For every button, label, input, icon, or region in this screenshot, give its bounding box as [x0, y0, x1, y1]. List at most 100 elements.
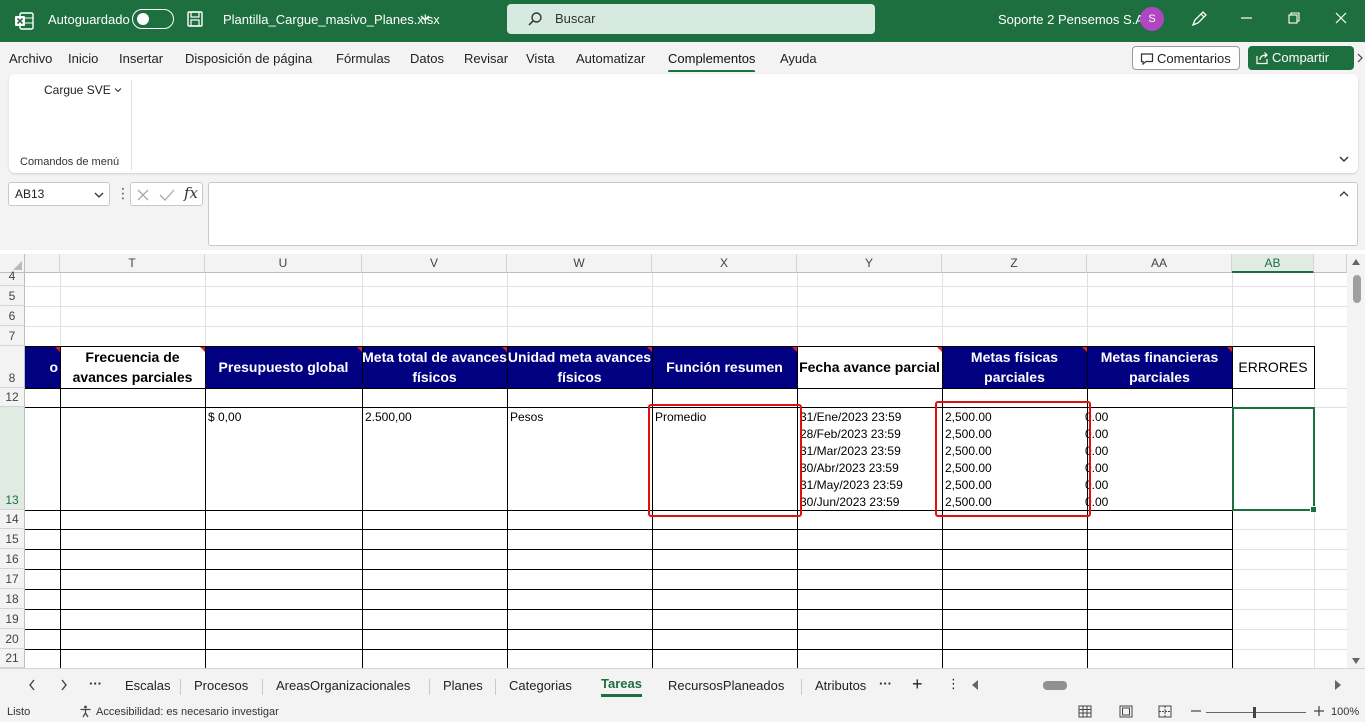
normal-view-icon[interactable]	[1078, 705, 1092, 718]
prev-sheet-icon[interactable]	[28, 679, 36, 691]
row-header-8[interactable]: 8	[0, 346, 25, 388]
row-header-14[interactable]: 14	[0, 510, 25, 529]
header-cell-meta-total[interactable]: Meta total de avances físicos	[362, 346, 507, 388]
cell-y13[interactable]: 31/Ene/2023 23:59 28/Feb/2023 23:59 31/M…	[800, 409, 942, 511]
zoom-slider-track[interactable]	[1206, 712, 1306, 713]
cancel-icon[interactable]	[136, 188, 150, 202]
search-box[interactable]: Buscar	[507, 4, 875, 34]
row-header-7[interactable]: 7	[0, 326, 25, 346]
tab-ayuda[interactable]: Ayuda	[780, 51, 817, 66]
page-break-view-icon[interactable]	[1158, 705, 1172, 718]
col-header-aa[interactable]: AA	[1087, 254, 1232, 273]
header-cell-metas-financieras[interactable]: Metas financieras parciales	[1087, 346, 1232, 388]
sheet-tab-categorias[interactable]: Categorias	[509, 678, 572, 693]
avatar[interactable]: S	[1140, 7, 1164, 31]
col-header-ac[interactable]	[1314, 254, 1347, 273]
col-header-s[interactable]	[25, 254, 60, 273]
sheet-tab-planes[interactable]: Planes	[443, 678, 483, 693]
sheet-tab-recursos-planeados[interactable]: RecursosPlaneados	[668, 678, 784, 693]
account-name[interactable]: Soporte 2 Pensemos S.A.	[998, 12, 1148, 27]
zoom-in-icon[interactable]	[1313, 705, 1325, 717]
tab-formulas[interactable]: Fórmulas	[336, 51, 390, 66]
ribbon-more-icon[interactable]	[1357, 53, 1363, 63]
more-sheets-right-icon[interactable]: ···	[879, 676, 892, 691]
tab-complementos[interactable]: Complementos	[668, 51, 756, 73]
tab-datos[interactable]: Datos	[410, 51, 444, 66]
col-header-y[interactable]: Y	[797, 254, 942, 273]
row-header-18[interactable]: 18	[0, 589, 25, 609]
horizontal-scroll-thumb[interactable]	[1043, 681, 1067, 690]
cell-w13[interactable]: Pesos	[510, 409, 543, 426]
tab-inicio[interactable]: Inicio	[68, 51, 98, 66]
row-header-15[interactable]: 15	[0, 529, 25, 549]
autosave-toggle[interactable]	[132, 9, 174, 29]
more-sheets-left-icon[interactable]: ···	[89, 676, 102, 691]
restore-icon[interactable]	[1284, 8, 1304, 28]
row-header-17[interactable]: 17	[0, 569, 25, 589]
sheet-tab-atributos[interactable]: Atributos	[815, 678, 866, 693]
tab-vista[interactable]: Vista	[526, 51, 555, 66]
cargue-sve-menu[interactable]: Cargue SVE	[44, 83, 122, 97]
file-name[interactable]: Plantilla_Cargue_masivo_Planes.xlsx	[223, 12, 440, 27]
sheet-options-icon[interactable]: ⋮	[947, 676, 960, 692]
spreadsheet-grid[interactable]: o Frecuencia de avances parciales Presup…	[0, 254, 1347, 668]
insert-function-button[interactable]: fx	[184, 184, 198, 202]
cell-aa13[interactable]: 0.00 0.00 0.00 0.00 0.00 0.00	[1085, 409, 1225, 511]
row-header-21[interactable]: 21	[0, 649, 25, 668]
sheet-tab-areas-organizacionales[interactable]: AreasOrganizacionales	[276, 678, 410, 693]
scroll-left-icon[interactable]	[972, 680, 978, 690]
col-header-t[interactable]: T	[60, 254, 205, 273]
row-header-20[interactable]: 20	[0, 629, 25, 649]
name-box[interactable]: AB13	[8, 182, 110, 206]
enter-check-icon[interactable]	[159, 188, 175, 202]
header-cell-unidad-meta[interactable]: Unidad meta avances físicos	[507, 346, 652, 388]
scroll-down-icon[interactable]	[1352, 658, 1360, 664]
next-sheet-icon[interactable]	[60, 679, 68, 691]
row-header-19[interactable]: 19	[0, 609, 25, 629]
vertical-scroll-thumb[interactable]	[1353, 275, 1361, 303]
selected-cell-ab13[interactable]	[1232, 407, 1317, 513]
col-header-w[interactable]: W	[507, 254, 652, 273]
row-header-4[interactable]: 4	[0, 269, 25, 286]
col-header-x[interactable]: X	[652, 254, 797, 273]
tab-automatizar[interactable]: Automatizar	[576, 51, 645, 66]
header-cell-presupuesto[interactable]: Presupuesto global	[205, 346, 362, 388]
sheet-tab-tareas[interactable]: Tareas	[593, 667, 650, 701]
cell-v13[interactable]: 2.500,00	[365, 409, 412, 426]
designer-pen-icon[interactable]	[1190, 10, 1208, 28]
tab-archivo[interactable]: Archivo	[9, 51, 52, 66]
header-cell-fecha-avance[interactable]: Fecha avance parcial	[797, 346, 942, 388]
row-header-16[interactable]: 16	[0, 549, 25, 569]
header-cell-s[interactable]: o	[25, 346, 60, 388]
sheet-tab-escalas[interactable]: Escalas	[125, 678, 171, 693]
collapse-formula-bar-icon[interactable]	[1338, 189, 1350, 199]
scroll-right-icon[interactable]	[1335, 680, 1341, 690]
col-header-u[interactable]: U	[205, 254, 362, 273]
col-header-ab[interactable]: AB	[1232, 254, 1314, 273]
header-cell-funcion-resumen[interactable]: Función resumen	[652, 346, 797, 388]
scroll-up-icon[interactable]	[1352, 259, 1360, 265]
zoom-level[interactable]: 100%	[1331, 706, 1359, 718]
formula-bar-options[interactable]: ⋮	[116, 185, 130, 202]
chevron-down-icon[interactable]	[420, 12, 430, 24]
header-cell-metas-fisicas[interactable]: Metas físicas parciales	[942, 346, 1087, 388]
vertical-scrollbar[interactable]	[1347, 254, 1365, 668]
row-header-6[interactable]: 6	[0, 306, 25, 326]
minimize-icon[interactable]	[1237, 8, 1257, 28]
tab-insertar[interactable]: Insertar	[119, 51, 163, 66]
zoom-out-icon[interactable]	[1190, 705, 1202, 717]
cell-u13[interactable]: $ 0,00	[208, 409, 241, 426]
tab-disposicion-pagina[interactable]: Disposición de página	[185, 51, 312, 66]
add-sheet-icon[interactable]: +	[912, 674, 923, 695]
accessibility-icon[interactable]	[79, 705, 92, 718]
accessibility-status[interactable]: Accesibilidad: es necesario investigar	[96, 706, 279, 718]
row-header-13[interactable]: 13	[0, 407, 25, 510]
save-icon[interactable]	[186, 10, 204, 28]
zoom-slider-thumb[interactable]	[1253, 707, 1256, 718]
header-cell-errores[interactable]: ERRORES	[1232, 346, 1314, 388]
header-cell-frecuencia[interactable]: Frecuencia de avances parciales	[60, 346, 205, 388]
col-header-v[interactable]: V	[362, 254, 507, 273]
collapse-ribbon-icon[interactable]	[1338, 154, 1350, 164]
row-header-12[interactable]: 12	[0, 388, 25, 407]
formula-input[interactable]	[208, 182, 1358, 246]
